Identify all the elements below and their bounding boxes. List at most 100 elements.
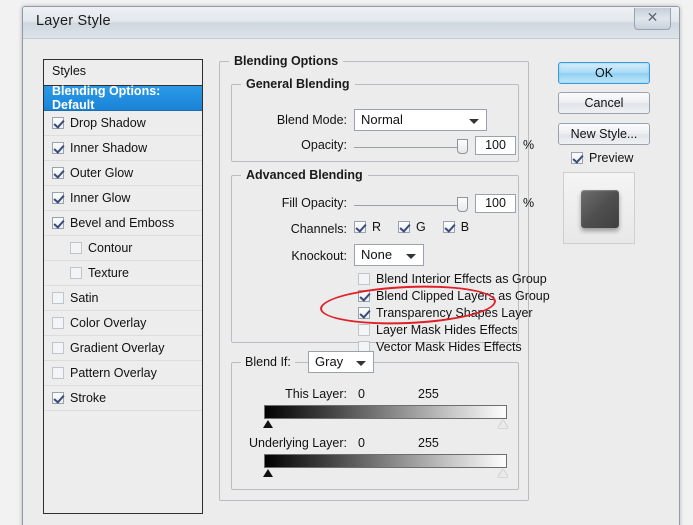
adv-checkbox-label: Blend Clipped Layers as Group	[376, 288, 550, 303]
channel-g-checkbox[interactable]	[398, 221, 411, 233]
style-item-checkbox[interactable]	[52, 292, 64, 304]
preview-checkbox[interactable]	[571, 152, 583, 164]
style-item-inner-glow[interactable]: Inner Glow	[44, 186, 202, 211]
ok-button[interactable]: OK	[558, 62, 650, 84]
style-item-label: Bevel and Emboss	[70, 216, 175, 230]
knockout-value: None	[361, 247, 393, 262]
adv-checkbox-box[interactable]	[358, 272, 370, 285]
style-item-checkbox[interactable]	[52, 142, 64, 154]
style-item-label: Texture	[88, 266, 129, 280]
this-layer-min: 0	[358, 387, 365, 401]
underlying-layer-white-slider[interactable]	[498, 469, 508, 477]
channels-label: Channels:	[290, 222, 347, 236]
underlying-layer-black-slider[interactable]	[263, 469, 273, 477]
adv-checkbox-label: Vector Mask Hides Effects	[376, 339, 522, 354]
opacity-slider-track[interactable]	[354, 147, 462, 148]
channel-r-row[interactable]: R	[354, 220, 381, 234]
style-item-label: Satin	[70, 291, 99, 305]
close-button[interactable]: ✕	[634, 8, 671, 30]
advanced-blending-legend: Advanced Blending	[241, 168, 368, 182]
blend-if-select[interactable]: Gray	[308, 351, 374, 373]
style-item-texture[interactable]: Texture	[44, 261, 202, 286]
advanced-blending-group: Advanced Blending Fill Opacity: 100 % Ch…	[231, 168, 550, 354]
opacity-slider-thumb[interactable]	[457, 139, 468, 154]
style-item-checkbox[interactable]	[52, 392, 64, 404]
cancel-button[interactable]: Cancel	[558, 92, 650, 114]
blend-if-legend-wrap: Blend If:	[241, 355, 295, 369]
style-item-checkbox[interactable]	[52, 192, 64, 204]
style-item-label: Inner Glow	[70, 191, 131, 205]
style-item-contour[interactable]: Contour	[44, 236, 202, 261]
adv-checkbox-box[interactable]	[358, 306, 370, 319]
underlying-layer-label: Underlying Layer:	[249, 436, 347, 450]
channel-b-label: B	[460, 220, 470, 234]
adv-checkbox-vector-mask-hides-effects[interactable]: Vector Mask Hides Effects	[358, 338, 550, 355]
fill-opacity-slider-track[interactable]	[354, 205, 462, 206]
this-layer-white-slider[interactable]	[498, 420, 508, 428]
blend-mode-select[interactable]: Normal	[354, 109, 487, 131]
this-layer-gradient-bar[interactable]	[264, 405, 507, 419]
dialog-titlebar[interactable]: Layer Style ✕	[23, 7, 679, 39]
blend-mode-label: Blend Mode:	[276, 113, 347, 127]
style-item-checkbox[interactable]	[52, 342, 64, 354]
style-item-bevel-and-emboss[interactable]: Bevel and Emboss	[44, 211, 202, 236]
style-item-gradient-overlay[interactable]: Gradient Overlay	[44, 336, 202, 361]
adv-checkbox-layer-mask-hides-effects[interactable]: Layer Mask Hides Effects	[358, 321, 550, 338]
general-blending-group: General Blending Blend Mode: Normal Opac…	[231, 77, 534, 162]
channel-g-label: G	[416, 220, 426, 234]
style-item-outer-glow[interactable]: Outer Glow	[44, 161, 202, 186]
opacity-value-field[interactable]: 100	[475, 136, 516, 155]
channel-r-label: R	[372, 220, 382, 234]
fill-opacity-unit: %	[523, 196, 535, 210]
screen: Layer Style ✕ Styles Blending Options: D…	[0, 0, 693, 525]
adv-checkbox-label: Blend Interior Effects as Group	[376, 271, 547, 286]
style-item-label: Gradient Overlay	[70, 341, 165, 355]
channel-g-row[interactable]: G	[398, 220, 426, 234]
channel-b-row[interactable]: B	[442, 220, 470, 234]
dialog-body: Styles Blending Options: Default Drop Sha…	[23, 39, 679, 525]
style-preview-thumbnail	[563, 172, 635, 244]
style-item-stroke[interactable]: Stroke	[44, 386, 202, 411]
chevron-down-icon	[406, 254, 416, 259]
adv-checkbox-blend-interior-effects-as-group[interactable]: Blend Interior Effects as Group	[358, 270, 550, 287]
styles-list[interactable]: Blending Options: Default Drop Shadow Inne…	[44, 84, 202, 411]
preview-checkbox-row[interactable]: Preview	[571, 151, 633, 165]
style-item-checkbox[interactable]	[70, 267, 82, 279]
preview-label: Preview	[589, 151, 634, 165]
fill-opacity-slider-thumb[interactable]	[457, 197, 468, 212]
adv-checkbox-label: Transparency Shapes Layer	[376, 305, 533, 320]
channel-r-checkbox[interactable]	[354, 221, 366, 233]
channel-b-checkbox[interactable]	[442, 221, 455, 233]
adv-checkbox-box[interactable]	[358, 289, 370, 302]
adv-checkbox-box[interactable]	[358, 323, 370, 336]
style-item-inner-shadow[interactable]: Inner Shadow	[44, 136, 202, 161]
style-item-checkbox[interactable]	[52, 317, 64, 329]
style-item-color-overlay[interactable]: Color Overlay	[44, 311, 202, 336]
style-item-label: Stroke	[70, 391, 107, 405]
adv-checkbox-blend-clipped-layers-as-group[interactable]: Blend Clipped Layers as Group	[358, 287, 550, 304]
style-item-label: Drop Shadow	[70, 116, 146, 130]
style-item-checkbox[interactable]	[52, 367, 64, 379]
channels-row: RGB	[354, 220, 486, 238]
new-style-button[interactable]: New Style...	[558, 123, 650, 145]
knockout-select[interactable]: None	[354, 244, 424, 266]
this-layer-black-slider[interactable]	[263, 420, 273, 428]
style-item-drop-shadow[interactable]: Drop Shadow	[44, 111, 202, 136]
preview-swatch	[581, 190, 619, 228]
this-layer-max: 255	[418, 387, 439, 401]
style-item-checkbox[interactable]	[52, 117, 64, 129]
underlying-layer-gradient-bar[interactable]	[264, 454, 507, 468]
style-item-checkbox[interactable]	[52, 217, 64, 229]
style-item-label: Pattern Overlay	[70, 366, 157, 380]
fill-opacity-value-field[interactable]: 100	[475, 194, 516, 213]
underlying-layer-max: 255	[418, 436, 439, 450]
style-item-checkbox[interactable]	[52, 167, 64, 179]
style-item-label: Outer Glow	[70, 166, 134, 180]
style-item-pattern-overlay[interactable]: Pattern Overlay	[44, 361, 202, 386]
style-item-blending-options-default[interactable]: Blending Options: Default	[44, 84, 202, 112]
style-item-checkbox[interactable]	[70, 242, 82, 254]
layer-style-dialog: Layer Style ✕ Styles Blending Options: D…	[22, 6, 680, 525]
knockout-label: Knockout:	[291, 249, 347, 263]
style-item-satin[interactable]: Satin	[44, 286, 202, 311]
adv-checkbox-transparency-shapes-layer[interactable]: Transparency Shapes Layer	[358, 304, 550, 321]
